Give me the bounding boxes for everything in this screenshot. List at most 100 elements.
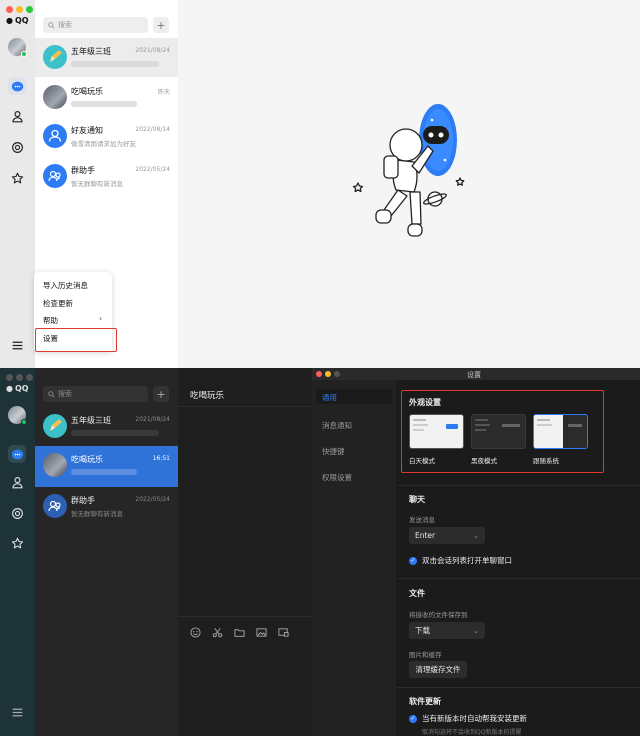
auto-update-option[interactable]: ✓ 当有新版本时自动帮我安装更新 [409, 713, 527, 724]
nav-general[interactable]: 通用 [322, 392, 337, 403]
nav-shortcuts[interactable]: 快捷键 [322, 446, 345, 457]
menu-item-import-history[interactable]: 导入历史消息 [43, 280, 88, 291]
conversation-name: 五年级三班 [71, 47, 111, 56]
chevron-right-icon: › [99, 314, 103, 323]
favorites-tab[interactable] [8, 169, 26, 187]
conversation-item[interactable]: 吃喝玩乐 昨天 [35, 78, 178, 117]
conversation-item[interactable]: 群助手 2022/05/24 暂无群聊有新消息 [35, 487, 178, 526]
close-window-button[interactable] [6, 374, 13, 381]
group-icon [48, 500, 61, 512]
hamburger-icon [12, 341, 22, 349]
search-input[interactable]: 搜索 [43, 386, 148, 402]
settings-titlebar: 设置 [312, 368, 640, 380]
menu-item-help[interactable]: 帮助 [43, 315, 58, 326]
pencil-icon [50, 419, 62, 431]
chat-toolbar [190, 627, 289, 638]
conversation-preview: 暂无群聊有新消息 [71, 180, 123, 188]
conversation-name: 群助手 [71, 166, 95, 175]
person-icon [11, 476, 23, 488]
main-menu-button[interactable] [8, 703, 26, 721]
light-mode-label[interactable]: 白天模式 [409, 455, 435, 465]
conversation-name: 五年级三班 [71, 416, 111, 425]
person-icon [48, 129, 62, 142]
conversation-item[interactable]: 五年级三班 2021/08/24 [35, 407, 178, 446]
highlight-settings-box [35, 328, 117, 352]
appearance-title: 外观设置 [409, 398, 441, 407]
conversation-item-selected[interactable]: 吃喝玩乐 16:51 [35, 446, 178, 487]
user-avatar[interactable] [8, 38, 27, 57]
chat-bubble-icon [11, 81, 23, 91]
follow-system-label[interactable]: 跟随系统 [533, 455, 559, 465]
favorites-tab[interactable] [8, 534, 26, 552]
blurred-preview [71, 61, 159, 67]
divider [397, 687, 640, 688]
main-menu-button[interactable] [8, 336, 26, 354]
space-tab[interactable] [8, 504, 26, 522]
user-avatar[interactable] [8, 406, 27, 425]
conversation-time: 2021/08/24 [135, 47, 170, 54]
messages-tab[interactable] [8, 445, 26, 463]
contacts-tab[interactable] [8, 107, 26, 125]
contacts-tab[interactable] [8, 473, 26, 491]
conversation-time: 2022/05/24 [135, 166, 170, 173]
conversation-time: 2022/08/14 [135, 126, 170, 133]
close-window-button[interactable] [316, 371, 322, 377]
chat-title: 吃喝玩乐 [190, 391, 225, 401]
image-icon[interactable] [256, 627, 267, 638]
dark-mode-label[interactable]: 黑夜模式 [471, 455, 497, 465]
scissors-icon[interactable] [212, 627, 223, 638]
nav-notifications[interactable]: 消息通知 [322, 420, 352, 431]
clear-cache-button[interactable]: 清理缓存文件 [409, 661, 467, 678]
emoji-icon[interactable] [190, 627, 201, 638]
light-mode-thumb[interactable] [409, 414, 464, 449]
friend-notice-avatar [43, 124, 67, 148]
minimize-window-button[interactable] [16, 6, 23, 13]
divider [178, 616, 312, 617]
menu-item-check-update[interactable]: 检查更新 [43, 298, 73, 309]
divider [397, 485, 640, 486]
penguin-icon: ● [6, 384, 13, 393]
conversation-item[interactable]: 群助手 2022/05/24 暂无群聊有新消息 [35, 157, 178, 196]
close-window-button[interactable] [6, 6, 13, 13]
minimize-window-button[interactable] [325, 371, 331, 377]
dark-mode-thumb[interactable] [471, 414, 526, 449]
nav-permissions[interactable]: 权限设置 [322, 472, 352, 483]
search-input[interactable]: 搜索 [43, 17, 148, 33]
group-helper-avatar [43, 494, 67, 518]
auto-update-hint: 取消勾选将不会收到QQ新版本的提醒 [422, 729, 522, 736]
divider [178, 406, 312, 407]
planet-icon [11, 141, 23, 153]
search-icon [48, 21, 55, 29]
chat-bubble-icon [11, 449, 23, 459]
conversation-item[interactable]: 好友通知 2022/08/14 微雪清雨请求加为好友 [35, 117, 178, 156]
space-tab[interactable] [8, 138, 26, 156]
send-message-label: 发送消息 [409, 516, 435, 524]
folder-icon[interactable] [234, 627, 245, 638]
follow-system-thumb[interactable] [533, 414, 588, 449]
online-status-icon [21, 51, 27, 57]
nav-rail: ● QQ [0, 368, 35, 736]
cache-label: 图片和缓存 [409, 651, 442, 659]
qq-window-light: ● QQ 搜索 + 五年级三班 2021/08/24 吃喝玩乐 昨天 好友通知 … [0, 0, 640, 368]
zoom-window-button[interactable] [26, 6, 33, 13]
settings-title: 设置 [467, 371, 481, 379]
settings-nav: 通用 消息通知 快捷键 权限设置 [312, 380, 396, 736]
add-button[interactable]: + [153, 386, 169, 402]
plus-icon: + [156, 18, 166, 32]
double-click-open-option[interactable]: ✓ 双击会话列表打开单聊窗口 [409, 555, 512, 566]
conversation-time: 2022/05/24 [135, 496, 170, 503]
star-icon [11, 537, 23, 548]
zoom-window-button[interactable] [334, 371, 340, 377]
screen-share-icon[interactable] [278, 627, 289, 638]
conversation-item[interactable]: 五年级三班 2021/08/24 [35, 38, 178, 77]
messages-tab[interactable] [8, 77, 26, 95]
file-section-title: 文件 [409, 589, 425, 598]
conversation-preview: 暂无群聊有新消息 [71, 510, 123, 518]
zoom-window-button[interactable] [26, 374, 33, 381]
group-avatar [43, 85, 67, 109]
minimize-window-button[interactable] [16, 374, 23, 381]
save-location-select[interactable]: 下载 ⌄ [409, 622, 485, 639]
add-button[interactable]: + [153, 17, 169, 33]
conversation-preview: 微雪清雨请求加为好友 [71, 140, 136, 148]
send-key-select[interactable]: Enter ⌄ [409, 527, 485, 544]
